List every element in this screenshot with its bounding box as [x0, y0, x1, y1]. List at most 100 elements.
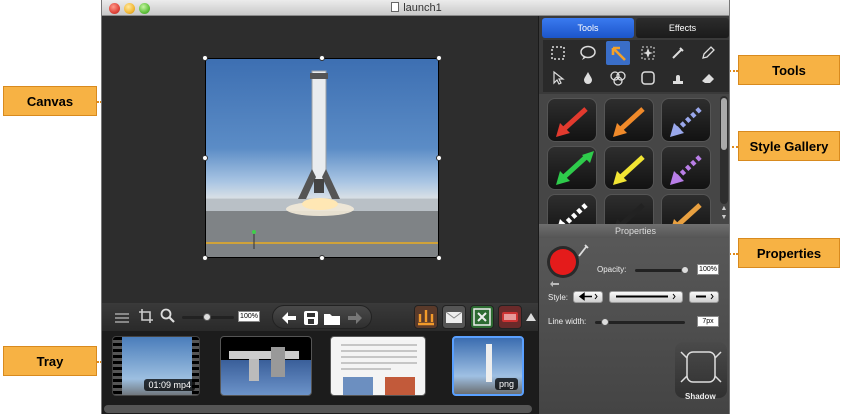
selection-rect-icon[interactable] — [547, 42, 569, 64]
style-preset-8[interactable] — [604, 194, 654, 224]
zoom-icon[interactable] — [160, 308, 176, 324]
canvas-image[interactable] — [205, 58, 439, 258]
eyedropper-icon[interactable] — [667, 42, 689, 64]
tray-item-png-selected[interactable]: png — [452, 336, 524, 396]
line-end-icon — [696, 293, 714, 300]
arrow-preview-icon — [672, 203, 702, 224]
tray-item-video[interactable]: 01:09 mp4 — [112, 336, 200, 396]
style-preset-1[interactable] — [547, 98, 597, 142]
arrow-preview-icon — [670, 107, 702, 137]
collapse-triangle-icon[interactable] — [526, 312, 536, 322]
style-preset-7[interactable] — [547, 194, 597, 224]
style-preset-9[interactable] — [661, 194, 711, 224]
crop-icon[interactable] — [138, 308, 154, 324]
mail-icon — [445, 311, 463, 323]
share-button[interactable] — [414, 305, 438, 329]
line-width-slider-knob[interactable] — [601, 318, 609, 326]
arrow-tool-icon[interactable] — [606, 41, 630, 65]
eraser-icon[interactable] — [697, 67, 719, 89]
crop-frame-icon[interactable] — [637, 67, 659, 89]
tray-item-document[interactable] — [330, 336, 426, 396]
tray-item-badge: png — [494, 378, 518, 390]
rocket-landing-image — [206, 70, 438, 257]
arrow-preview-icon — [556, 107, 588, 137]
navigation-group — [272, 305, 372, 329]
canvas-callout: Canvas — [3, 86, 97, 116]
line-width-value[interactable]: 7px — [697, 316, 719, 327]
color-swatch[interactable] — [550, 249, 576, 275]
shadow-button[interactable] — [675, 342, 727, 398]
zoom-slider-knob[interactable] — [203, 313, 211, 321]
scroll-down-icon[interactable]: ▼ — [720, 213, 728, 222]
style-preset-3[interactable] — [661, 98, 711, 142]
properties-callout-label: Properties — [756, 245, 822, 261]
side-panel: Tools Effects ▲ ▼ Properties Opacity: 10… — [538, 16, 729, 414]
canvas[interactable] — [102, 16, 538, 303]
mail-button[interactable] — [442, 305, 466, 329]
style-preset-2[interactable] — [604, 98, 654, 142]
excel-button[interactable] — [470, 305, 494, 329]
opacity-slider[interactable] — [635, 269, 687, 272]
tab-effects[interactable]: Effects — [636, 18, 729, 38]
properties-panel: Properties Opacity: 100% Style: Line wid… — [539, 224, 729, 414]
pencil-icon[interactable] — [697, 42, 719, 64]
excel-icon — [473, 308, 491, 326]
resize-handle-se[interactable] — [436, 255, 442, 261]
opacity-value[interactable]: 100% — [697, 264, 719, 275]
share-icon — [418, 310, 434, 326]
shadow-icon — [680, 351, 722, 383]
style-gallery-scrollbar[interactable] — [720, 96, 728, 204]
tray-item-badge: 01:09 mp4 — [144, 379, 195, 391]
starburst-icon[interactable] — [637, 42, 659, 64]
resize-handle-s[interactable] — [319, 255, 325, 261]
resize-handle-e[interactable] — [436, 155, 442, 161]
forward-arrow-icon[interactable] — [347, 311, 363, 325]
arrow-preview-icon — [670, 155, 702, 185]
resize-handle-n[interactable] — [319, 55, 325, 61]
blur-drop-icon[interactable] — [577, 67, 599, 89]
style-gallery-scroll-thumb[interactable] — [721, 98, 727, 150]
title-bar[interactable]: launch1 — [102, 0, 729, 16]
shapes-icon[interactable] — [607, 67, 629, 89]
save-icon[interactable] — [303, 310, 319, 326]
swap-colors-icon[interactable] — [549, 280, 561, 288]
resize-handle-nw[interactable] — [202, 55, 208, 61]
opacity-slider-knob[interactable] — [681, 266, 689, 274]
style-preset-6[interactable] — [661, 146, 711, 190]
arrow-preview-icon — [613, 155, 645, 185]
style-preset-5[interactable] — [604, 146, 654, 190]
scroll-up-icon[interactable]: ▲ — [720, 204, 728, 213]
arrow-preview-icon — [556, 151, 594, 185]
arrowhead-style-select[interactable] — [573, 291, 603, 303]
pointer-icon[interactable] — [547, 67, 569, 89]
tray-toolbar: 100% — [102, 303, 538, 331]
style-gallery: ▲ ▼ — [539, 94, 729, 224]
arrow-preview-icon — [613, 107, 645, 137]
window-title-text: launch1 — [403, 2, 442, 14]
tray-callout-label: Tray — [36, 353, 64, 369]
resize-handle-ne[interactable] — [436, 55, 442, 61]
arrow-preview-icon — [615, 203, 645, 224]
canvas-callout-label: Canvas — [26, 93, 74, 109]
eyedropper-icon[interactable] — [577, 242, 589, 258]
line-style-icon — [616, 293, 676, 300]
back-arrow-icon[interactable] — [281, 311, 297, 325]
tab-tools[interactable]: Tools — [542, 18, 634, 38]
style-preset-4[interactable] — [547, 146, 597, 190]
line-end-style-select[interactable] — [689, 291, 719, 303]
zoom-value[interactable]: 100% — [238, 311, 260, 322]
resize-handle-w[interactable] — [202, 155, 208, 161]
folder-icon[interactable] — [323, 310, 341, 326]
image-size-icon[interactable] — [114, 311, 130, 323]
tray-item-space-station[interactable] — [220, 336, 312, 396]
stamp-icon[interactable] — [667, 67, 689, 89]
youtube-button[interactable] — [498, 305, 522, 329]
document-thumbnail — [341, 344, 417, 395]
speech-bubble-icon[interactable] — [577, 42, 599, 64]
properties-header: Properties — [539, 224, 729, 238]
shadow-label: Shadow — [685, 392, 716, 401]
resize-handle-sw[interactable] — [202, 255, 208, 261]
line-style-select[interactable] — [609, 291, 683, 303]
tray-scrollbar[interactable] — [104, 405, 532, 413]
space-station-thumbnail — [229, 347, 299, 381]
